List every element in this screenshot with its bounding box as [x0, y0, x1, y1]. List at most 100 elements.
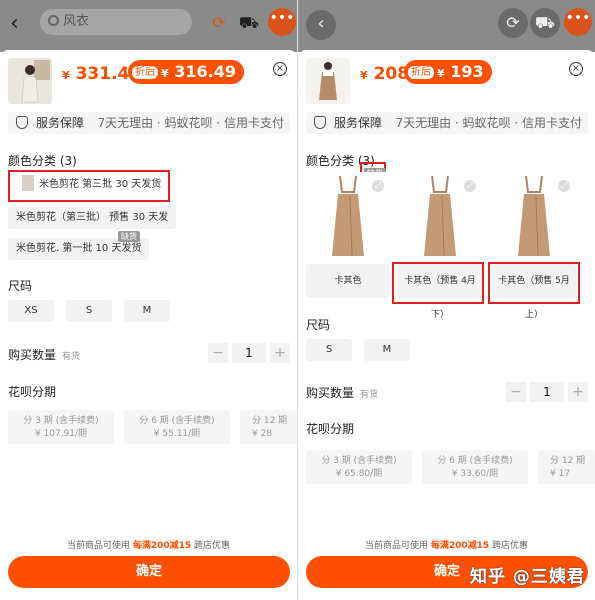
cart-icon[interactable]: ⛟ — [236, 10, 262, 36]
installment-amount: ¥ 65.80/期 — [335, 469, 383, 479]
decrease-button[interactable]: − — [506, 382, 526, 402]
size-option-m[interactable]: M — [124, 300, 170, 322]
size-option-s[interactable]: S — [306, 339, 352, 361]
installment-option-12[interactable]: 分 12 期 ¥ 28 — [240, 410, 297, 444]
right-panel: ‹ ⟳ ⛟ ••• ¥ 208 折后 ¥ 193 × 服务保障 7天无理由 · 蚂… — [298, 0, 595, 600]
quantity-row: 购买数量 有货 — [306, 384, 378, 401]
installment-option-3[interactable]: 分 3 期 (含手续费) ¥ 107.91/期 — [8, 410, 114, 444]
search-placeholder: 风衣 — [63, 14, 90, 29]
close-icon[interactable]: × — [273, 62, 287, 76]
color-option-label: 米色剪花. 第一批 10 天发货 — [16, 243, 142, 254]
promo-notice: 当前商品可使用 每满200减15 跨店优惠 — [0, 538, 297, 551]
product-thumbnail — [8, 58, 52, 104]
installment-terms: 分 6 期 (含手续费) — [139, 416, 215, 426]
promo-notice: 当前商品可使用 每满200减15 跨店优惠 — [298, 538, 595, 551]
size-label: M — [142, 305, 152, 316]
installment-option-6[interactable]: 分 6 期 (含手续费) ¥ 55.11/期 — [124, 410, 230, 444]
sku-sheet: ¥ 331.49 折后 ¥ 316.49 × 服务保障 7天无理由 · 蚂蚁花呗 … — [0, 50, 297, 600]
size-option-xs[interactable]: XS — [8, 300, 54, 322]
stock-status: 有货 — [62, 352, 81, 362]
color-option-label: 卡其色 — [306, 264, 390, 298]
size-section-title: 尺码 — [306, 318, 331, 332]
size-label: S — [325, 344, 333, 355]
discount-price: 193 — [450, 62, 484, 81]
installment-section-title: 花呗分期 — [306, 422, 355, 436]
promo-suffix: 跨店优惠 — [492, 541, 529, 551]
more-icon[interactable]: ••• — [268, 8, 296, 36]
confirm-button[interactable]: 确定 — [8, 556, 290, 588]
size-option-s[interactable]: S — [66, 300, 112, 322]
discount-price-badge: 折后 ¥ 316.49 — [128, 60, 244, 84]
zoom-icon[interactable]: ⤢ — [464, 180, 476, 192]
search-input[interactable]: 风衣 — [40, 9, 192, 35]
shield-icon — [314, 116, 326, 129]
color-option-1[interactable]: ⤢ 卡其色 — [306, 172, 390, 298]
size-label: S — [85, 305, 93, 316]
installment-option-12[interactable]: 分 12 期 ¥ 17 — [538, 450, 595, 484]
installment-terms: 分 3 期 (含手续费) — [321, 456, 397, 466]
promo-prefix: 当前商品可使用 — [66, 541, 130, 551]
installment-terms: 分 3 期 (含手续费) — [23, 416, 99, 426]
quantity-value[interactable]: 1 — [530, 382, 564, 402]
quantity-stepper: − 1 + — [506, 382, 588, 402]
left-panel: ‹ 风衣 ⟳ ⛟ ••• ¥ 331.49 折后 ¥ 316.49 × 服务保障 … — [0, 0, 297, 600]
quantity-title: 购买数量 — [8, 348, 57, 362]
installment-section-title: 花呗分期 — [8, 385, 57, 399]
promo-suffix: 跨店优惠 — [194, 541, 231, 551]
highlight-box — [392, 262, 484, 304]
size-section-title: 尺码 — [8, 279, 33, 293]
installment-option-6[interactable]: 分 6 期 (含手续费) ¥ 33.60/期 — [422, 450, 528, 484]
promo-highlight: 每满200减15 — [132, 541, 192, 551]
back-arrow-icon[interactable]: ‹ — [10, 12, 34, 36]
installment-terms: 分 6 期 (含手续费) — [437, 456, 513, 466]
installment-amount: ¥ 55.11/期 — [153, 429, 201, 439]
original-price: ¥ 208 — [360, 64, 410, 84]
search-icon — [48, 15, 59, 26]
quantity-value[interactable]: 1 — [232, 343, 266, 363]
close-icon[interactable]: × — [569, 62, 583, 76]
installment-amount: ¥ 107.91/期 — [34, 429, 88, 439]
out-of-stock-badge: 缺货 — [118, 231, 140, 242]
increase-button[interactable]: + — [568, 382, 588, 402]
decrease-button[interactable]: − — [208, 343, 228, 363]
promo-highlight: 每满200减15 — [430, 541, 490, 551]
shield-icon — [16, 116, 28, 129]
installment-amount: ¥ 33.60/期 — [451, 469, 499, 479]
stock-status: 有货 — [360, 390, 379, 400]
service-guarantee[interactable]: 服务保障 7天无理由 · 蚂蚁花呗 · 信用卡支付 — [8, 112, 290, 134]
quantity-title: 购买数量 — [306, 386, 355, 400]
installment-amount: ¥ 28 — [252, 429, 273, 439]
service-label: 服务保障 — [334, 116, 383, 130]
discount-price-badge: 折后 ¥ 193 — [404, 60, 492, 84]
size-label: M — [382, 344, 392, 355]
installment-terms: 分 12 期 — [550, 456, 586, 466]
zoom-icon[interactable]: ⤢ — [372, 180, 384, 192]
app-header: ‹ ⟳ ⛟ ••• — [298, 0, 595, 52]
zoom-icon[interactable]: ⤢ — [558, 180, 570, 192]
service-detail: 7天无理由 · 蚂蚁花呗 · 信用卡支付 — [395, 116, 582, 130]
installment-terms: 分 12 期 — [252, 416, 288, 426]
app-header: ‹ 风衣 ⟳ ⛟ ••• — [0, 0, 297, 52]
more-icon[interactable]: ••• — [564, 8, 592, 36]
promo-prefix: 当前商品可使用 — [364, 541, 428, 551]
share-icon[interactable]: ⟳ — [206, 10, 232, 36]
back-arrow-icon[interactable]: ‹ — [306, 10, 336, 40]
increase-button[interactable]: + — [270, 343, 290, 363]
installment-option-3[interactable]: 分 3 期 (含手续费) ¥ 65.80/期 — [306, 450, 412, 484]
color-section-title: 颜色分类 (3) — [8, 154, 77, 168]
size-option-m[interactable]: M — [364, 339, 410, 361]
watermark-text: 知乎 @三姨君 — [470, 567, 585, 587]
service-guarantee[interactable]: 服务保障 7天无理由 · 蚂蚁花呗 · 信用卡支付 — [306, 112, 588, 134]
highlight-box — [488, 262, 580, 304]
installment-amount: ¥ 17 — [550, 469, 571, 479]
discount-price: 316.49 — [174, 62, 236, 81]
cart-icon[interactable]: ⛟ — [530, 8, 560, 38]
quantity-row: 购买数量 有货 — [8, 346, 80, 363]
size-label: XS — [24, 305, 38, 316]
share-icon[interactable]: ⟳ — [498, 8, 528, 38]
product-thumbnail — [306, 58, 350, 104]
quantity-stepper: − 1 + — [208, 343, 290, 363]
color-option-2[interactable]: 米色剪花（第三批） 预售 30 天发 — [8, 207, 177, 229]
service-detail: 7天无理由 · 蚂蚁花呗 · 信用卡支付 — [97, 116, 284, 130]
color-option-label: 米色剪花（第三批） 预售 30 天发 — [16, 212, 169, 223]
